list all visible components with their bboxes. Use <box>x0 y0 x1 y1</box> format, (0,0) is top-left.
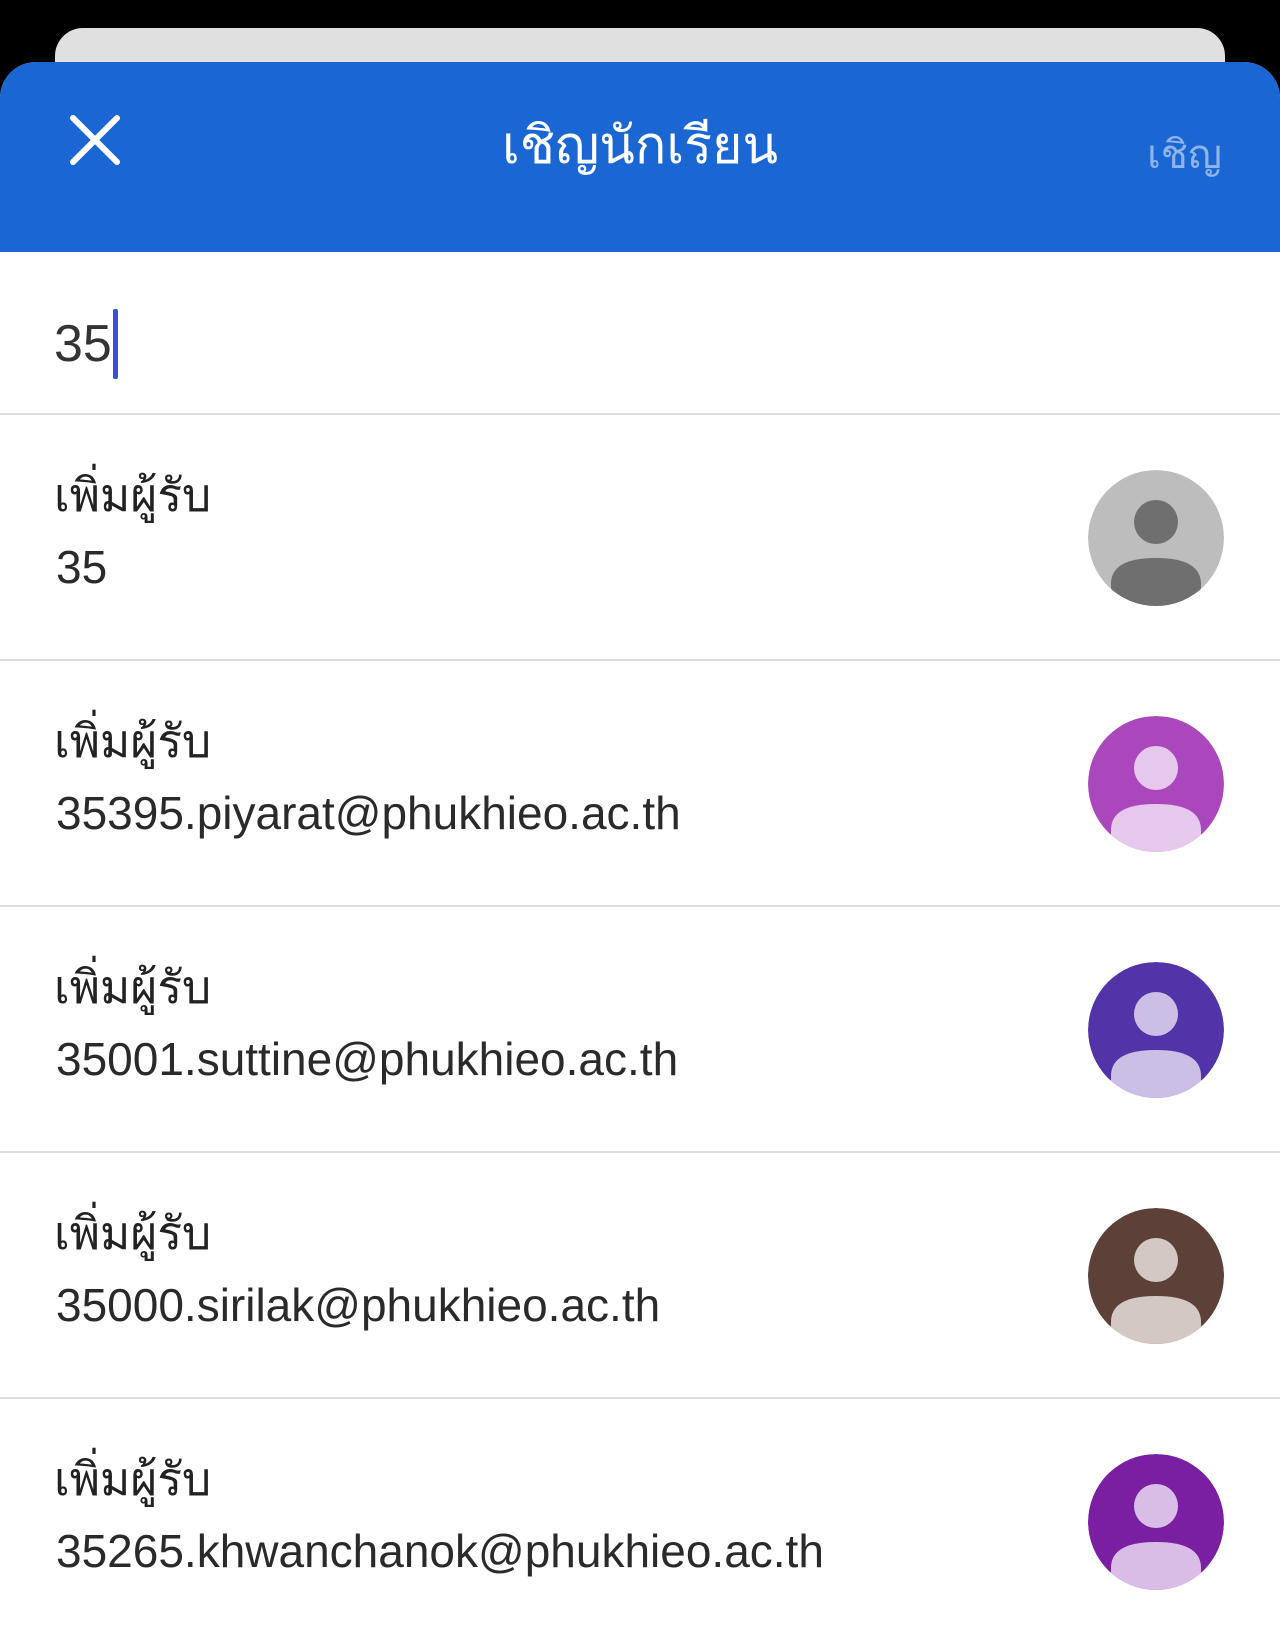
recipient-search-value: 35 <box>54 315 112 373</box>
avatar <box>1088 716 1224 852</box>
suggestion-item[interactable]: เพิ่มผู้รับ 35001.suttine@phukhieo.ac.th <box>0 907 1280 1153</box>
person-icon <box>1088 470 1224 606</box>
suggestion-item[interactable]: เพิ่มผู้รับ 35265.khwanchanok@phukhieo.a… <box>0 1399 1280 1633</box>
avatar <box>1088 1208 1224 1344</box>
person-icon <box>1088 716 1224 852</box>
suggestion-list: เพิ่มผู้รับ 35 เพิ่มผู้รับ 35395.piyarat… <box>0 415 1280 1633</box>
suggestion-title: เพิ่มผู้รับ <box>54 1452 212 1506</box>
person-icon <box>1088 1454 1224 1590</box>
dialog-header: เชิญนักเรียน เชิญ <box>0 62 1280 252</box>
person-icon <box>1088 962 1224 1098</box>
suggestion-title: เพิ่มผู้รับ <box>54 960 212 1014</box>
suggestion-email: 35395.piyarat@phukhieo.ac.th <box>56 787 681 839</box>
invite-button[interactable]: เชิญ <box>1147 130 1222 180</box>
person-icon <box>1088 1208 1224 1344</box>
recipient-search-row: 35 <box>0 252 1280 415</box>
suggestion-item[interactable]: เพิ่มผู้รับ 35 <box>0 415 1280 661</box>
suggestion-email: 35265.khwanchanok@phukhieo.ac.th <box>56 1525 824 1577</box>
suggestion-item[interactable]: เพิ่มผู้รับ 35000.sirilak@phukhieo.ac.th <box>0 1153 1280 1399</box>
suggestion-email: 35001.suttine@phukhieo.ac.th <box>56 1033 679 1085</box>
suggestion-title: เพิ่มผู้รับ <box>54 468 212 522</box>
avatar <box>1088 962 1224 1098</box>
avatar <box>1088 1454 1224 1590</box>
suggestion-title: เพิ่มผู้รับ <box>54 714 212 768</box>
recipient-search-field[interactable]: 35 <box>54 309 118 379</box>
text-caret <box>112 309 118 379</box>
dialog-title: เชิญนักเรียน <box>501 116 779 176</box>
suggestion-email: 35 <box>56 541 108 593</box>
invite-students-dialog: เชิญนักเรียน เชิญ 35 เพิ่มผู้รับ 35 เพิ่… <box>0 62 1280 1633</box>
suggestion-item[interactable]: เพิ่มผู้รับ 35395.piyarat@phukhieo.ac.th <box>0 661 1280 907</box>
suggestion-email: 35000.sirilak@phukhieo.ac.th <box>56 1279 661 1331</box>
avatar <box>1088 470 1224 606</box>
suggestion-title: เพิ่มผู้รับ <box>54 1206 212 1260</box>
